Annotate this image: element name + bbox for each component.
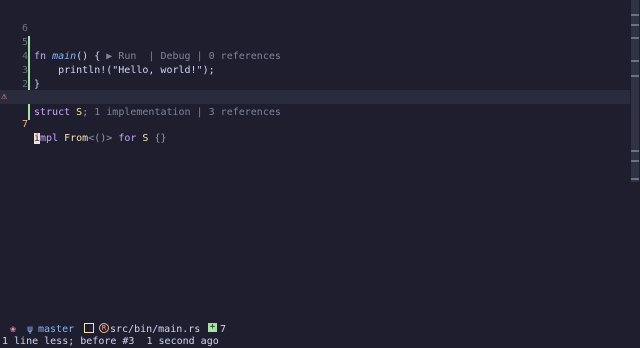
scrollbar[interactable]: [630, 0, 640, 320]
scrollbar-mark: [631, 37, 639, 39]
code-line[interactable]: 3: [0, 50, 630, 92]
code-line[interactable]: 2 struct S; 1 implementation | 3 referen…: [0, 64, 630, 118]
branch-name[interactable]: master: [38, 323, 74, 336]
status-bar: ❀ ψ master R src/bin/main.rs + 7: [10, 322, 227, 336]
message-line: 1 line less; before #3 1 second ago: [2, 336, 219, 347]
keyword: for: [112, 133, 143, 144]
code-line[interactable]: 6 fn main() { ▶ Run | Debug | 0 referenc…: [0, 8, 630, 62]
keyword: mpl: [40, 133, 65, 144]
scrollbar-mark: [631, 150, 639, 152]
branch-icon: ψ: [27, 324, 34, 335]
scrollbar-mark: [631, 24, 639, 26]
trait-name: From: [64, 133, 89, 144]
diff-added-count: 7: [220, 324, 227, 335]
code-line[interactable]: 5 println!("Hello, world!");: [0, 22, 630, 76]
scrollbar-mark: [631, 178, 639, 180]
scrollbar-mark: [631, 60, 639, 62]
scrollbar-mark: [631, 75, 639, 77]
codelens-implementations-references[interactable]: 1 implementation | 3 references: [88, 107, 281, 118]
code-text: {}: [148, 133, 167, 144]
bug-icon: ⚠: [1, 91, 8, 102]
file-path[interactable]: src/bin/main.rs: [110, 323, 200, 336]
line-number: 7: [21, 119, 28, 130]
generic-params: <()>: [88, 133, 113, 144]
scrollbar-thumb[interactable]: [631, 0, 639, 182]
scrollbar-mark: [631, 14, 639, 16]
git-added-marker: [28, 106, 30, 120]
rebel-icon: ❀: [10, 324, 17, 335]
editor-pane[interactable]: 6 fn main() { ▶ Run | Debug | 0 referenc…: [0, 0, 640, 320]
code-line[interactable]: 4 }: [0, 36, 630, 90]
current-code-line[interactable]: ⚠ 7 impl From<()> for S {}: [0, 90, 630, 144]
keyword: struct: [34, 107, 77, 118]
scrollbar-mark: [631, 160, 639, 162]
